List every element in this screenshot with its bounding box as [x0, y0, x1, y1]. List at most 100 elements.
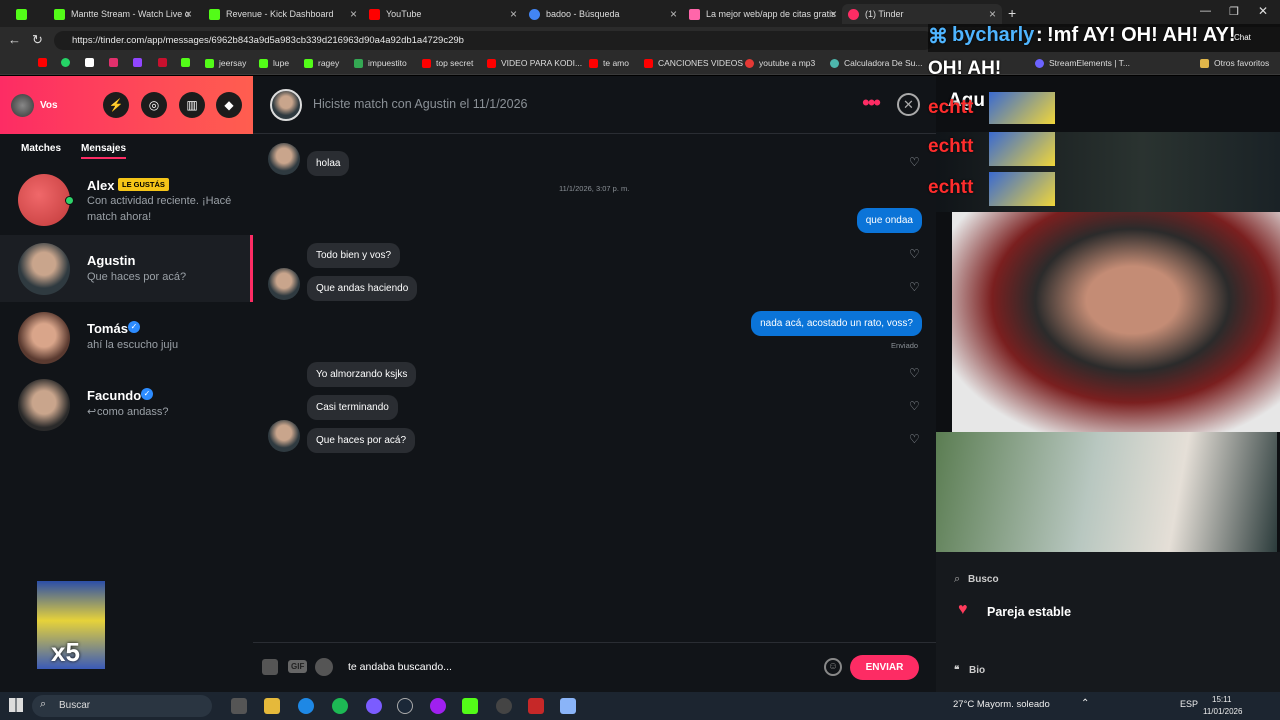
bookmark-yt-mp3[interactable]: youtube a mp3 — [745, 58, 815, 68]
bookmark-red[interactable] — [158, 58, 172, 67]
conversation-alex[interactable]: Alex LE GUSTÁS Con actividad reciente. ¡… — [0, 166, 253, 233]
avatar[interactable] — [270, 89, 302, 121]
conversation-facundo[interactable]: Facundo ✓ ↩ como andass? — [0, 371, 253, 438]
close-window-icon[interactable]: ✕ — [1258, 4, 1268, 18]
steam-icon[interactable] — [397, 698, 413, 714]
edge-icon[interactable] — [298, 698, 314, 714]
bookmark-video-kodi[interactable]: VIDEO PARA KODI... — [487, 58, 582, 68]
bookmark-instagram[interactable] — [109, 58, 123, 67]
windows-start-icon[interactable] — [9, 698, 23, 712]
tab-dating-web[interactable]: La mejor web/app de citas gratis × — [683, 4, 843, 24]
chat-button[interactable]: Chat — [1234, 33, 1251, 42]
conversation-tomas[interactable]: Tomás ✓ ahí la escucho juju — [0, 304, 253, 371]
reload-icon[interactable]: ↻ — [32, 32, 43, 48]
youtube-icon — [38, 58, 47, 67]
boost-icon[interactable]: ⚡ — [103, 92, 129, 118]
new-tab-icon[interactable]: + — [1008, 5, 1016, 21]
close-icon[interactable]: × — [989, 7, 996, 21]
send-button[interactable]: ENVIAR — [850, 655, 919, 680]
tab-badoo-search[interactable]: badoo - Búsqueda × — [523, 4, 683, 24]
tab-matches[interactable]: Matches — [21, 143, 61, 154]
bookmark-youtube[interactable] — [38, 58, 52, 67]
maximize-icon[interactable]: ❐ — [1229, 5, 1239, 18]
looking-for-value: Pareja estable — [987, 605, 1072, 619]
tab-tinder[interactable]: (1) Tinder × — [842, 4, 1002, 24]
avatar — [268, 143, 300, 175]
close-icon[interactable]: ✕ — [897, 93, 920, 116]
kick-icon — [16, 8, 27, 20]
bookmark-kick[interactable] — [181, 58, 195, 67]
kick-icon — [181, 58, 190, 67]
kick-icon[interactable] — [462, 698, 478, 714]
tab-kick[interactable] — [10, 4, 44, 24]
bookmark-calculadora[interactable]: Calculadora De Su... — [830, 58, 922, 68]
tab-youtube[interactable]: YouTube × — [363, 4, 523, 24]
briefcase-icon[interactable]: ▥ — [179, 92, 205, 118]
sticker-icon[interactable] — [262, 659, 278, 675]
heart-icon[interactable]: ♡ — [909, 366, 920, 380]
bookmark-whatsapp[interactable] — [61, 58, 75, 67]
url-field[interactable]: https://tinder.com/app/messages/6962b843… — [54, 31, 934, 50]
bookmark-jeersay[interactable]: jeersay — [205, 58, 246, 68]
explore-icon[interactable]: ◎ — [141, 92, 167, 118]
app-icon[interactable] — [560, 698, 576, 714]
weather-widget[interactable]: 27°C Mayorm. soleado — [953, 699, 1050, 710]
chat-message: !mf AY! OH! AH! AY! — [1047, 24, 1236, 46]
close-icon[interactable]: × — [510, 7, 517, 21]
task-view-icon[interactable] — [231, 698, 247, 714]
gif-button[interactable]: GIF — [288, 660, 308, 673]
bookmark-top-secret[interactable]: top secret — [422, 58, 473, 68]
discord-icon[interactable] — [366, 698, 382, 714]
looking-for-label: Busco — [968, 574, 999, 585]
bookmark-ragey[interactable]: ragey — [304, 58, 339, 68]
message-bubble: Todo bien y vos? — [307, 243, 401, 268]
message-input[interactable] — [348, 656, 808, 678]
windows-taskbar: ⌕ Buscar 27°C Mayorm. soleado ⌃ ESP 15:1… — [0, 692, 1280, 720]
message-timestamp: 11/1/2026, 3:07 p. m. — [559, 184, 630, 193]
back-icon[interactable]: ← — [8, 32, 21, 47]
tab-mensajes[interactable]: Mensajes — [81, 143, 127, 159]
bookmark-canciones[interactable]: CANCIONES VIDEOS — [644, 58, 743, 68]
spotify-icon[interactable] — [315, 658, 333, 676]
obs-icon[interactable] — [496, 698, 512, 714]
tray-chevron-icon[interactable]: ⌃ — [1081, 698, 1089, 709]
taskbar-search[interactable]: ⌕ Buscar — [32, 695, 212, 717]
heart-icon: ♥ — [958, 601, 968, 618]
more-options-icon[interactable]: ••• — [862, 90, 881, 116]
close-icon[interactable]: × — [350, 7, 357, 21]
close-icon[interactable]: × — [185, 7, 192, 21]
language-indicator[interactable]: ESP — [1180, 699, 1198, 709]
shield-icon[interactable]: ◆ — [216, 92, 242, 118]
bookmark-te-amo[interactable]: te amo — [589, 58, 629, 68]
app-icon[interactable] — [528, 698, 544, 714]
bookmark-lupe[interactable]: lupe — [259, 58, 289, 68]
close-icon[interactable]: × — [670, 7, 677, 21]
likes-you-badge: LE GUSTÁS — [118, 178, 169, 191]
profile-label[interactable]: Vos — [40, 100, 58, 111]
heart-icon[interactable]: ♡ — [909, 247, 920, 261]
clock-time[interactable]: 15:11 — [1212, 695, 1231, 704]
tab-kick-dashboard[interactable]: Revenue - Kick Dashboard × — [203, 4, 363, 24]
minimize-icon[interactable]: — — [1200, 5, 1211, 17]
heart-icon[interactable]: ♡ — [909, 155, 920, 169]
avatar[interactable] — [11, 94, 34, 117]
heart-icon[interactable]: ♡ — [909, 432, 920, 446]
close-icon[interactable]: × — [830, 7, 837, 21]
avatar — [18, 312, 70, 364]
bookmark-twitch[interactable] — [133, 58, 147, 67]
emoji-icon[interactable]: ☺ — [824, 658, 842, 676]
tab-mantte-stream[interactable]: Mantte Stream - Watch Live o × — [48, 4, 198, 24]
bookmark-impuestito[interactable]: impuestito — [354, 58, 407, 68]
conversation-agustin[interactable]: Agustin Que haces por acá? — [0, 235, 253, 302]
kick-icon — [304, 58, 313, 68]
app-icon[interactable] — [430, 698, 446, 714]
bookmark-streamelements[interactable]: StreamElements | T... — [1035, 58, 1130, 68]
clock-date[interactable]: 11/01/2026 — [1203, 707, 1242, 716]
spotify-icon[interactable] — [332, 698, 348, 714]
file-explorer-icon[interactable] — [264, 698, 280, 714]
heart-icon[interactable]: ♡ — [909, 399, 920, 413]
avatar — [18, 379, 70, 431]
bookmark-x[interactable] — [85, 58, 99, 67]
bookmark-otros[interactable]: Otros favoritos — [1200, 58, 1269, 68]
heart-icon[interactable]: ♡ — [909, 280, 920, 294]
